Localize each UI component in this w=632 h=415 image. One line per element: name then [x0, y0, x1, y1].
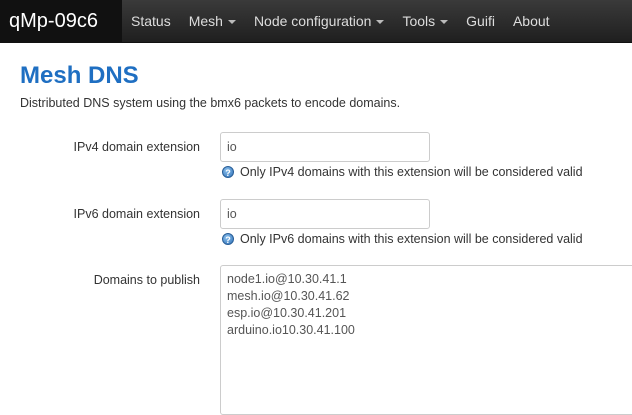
nav-item-label: Mesh	[188, 13, 223, 29]
top-navbar: qMp-09c6 Status Mesh Node configuration …	[0, 0, 632, 43]
ipv4-hint-text: Only IPv4 domains with this extension wi…	[240, 165, 583, 179]
nav-item-guifi[interactable]: Guifi	[457, 0, 504, 42]
help-icon: ?	[222, 233, 234, 245]
domain-entry: mesh.io@10.30.41.62	[227, 289, 350, 303]
nav-item-label: Tools	[402, 13, 436, 29]
ipv4-extension-label: IPv4 domain extension	[73, 140, 200, 154]
ipv4-extension-hint: ? Only IPv4 domains with this extension …	[222, 165, 583, 179]
nav-item-label: Node configuration	[253, 13, 372, 29]
nav-item-tools[interactable]: Tools	[393, 0, 457, 42]
ipv6-extension-input[interactable]	[220, 199, 430, 229]
ipv6-extension-label: IPv6 domain extension	[73, 207, 200, 221]
ipv4-extension-input[interactable]	[220, 132, 430, 162]
domain-entry: arduino.io10.30.41.100	[227, 323, 355, 337]
domain-entry: node1.io@10.30.41.1	[227, 272, 347, 286]
caret-down-icon	[227, 19, 236, 24]
nav-item-mesh[interactable]: Mesh	[180, 0, 245, 42]
brand-logo[interactable]: qMp-09c6	[0, 0, 122, 42]
ipv6-hint-text: Only IPv6 domains with this extension wi…	[240, 232, 583, 246]
page-description: Distributed DNS system using the bmx6 pa…	[20, 96, 401, 110]
nav-item-label: Status	[131, 13, 171, 29]
nav-item-label: Guifi	[466, 13, 495, 29]
caret-down-icon	[440, 19, 449, 24]
domains-to-publish-textarea[interactable]: node1.io@10.30.41.1 mesh.io@10.30.41.62 …	[220, 265, 632, 415]
help-icon: ?	[222, 166, 234, 178]
domains-to-publish-label: Domains to publish	[93, 273, 200, 287]
nav-item-status[interactable]: Status	[122, 0, 180, 42]
nav-item-about[interactable]: About	[504, 0, 559, 42]
domain-entry: esp.io@10.30.41.201	[227, 306, 347, 320]
caret-down-icon	[376, 19, 385, 24]
nav-item-node-configuration[interactable]: Node configuration	[245, 0, 394, 42]
nav-item-label: About	[512, 13, 550, 29]
page-title: Mesh DNS	[20, 62, 139, 89]
ipv6-extension-hint: ? Only IPv6 domains with this extension …	[222, 232, 583, 246]
